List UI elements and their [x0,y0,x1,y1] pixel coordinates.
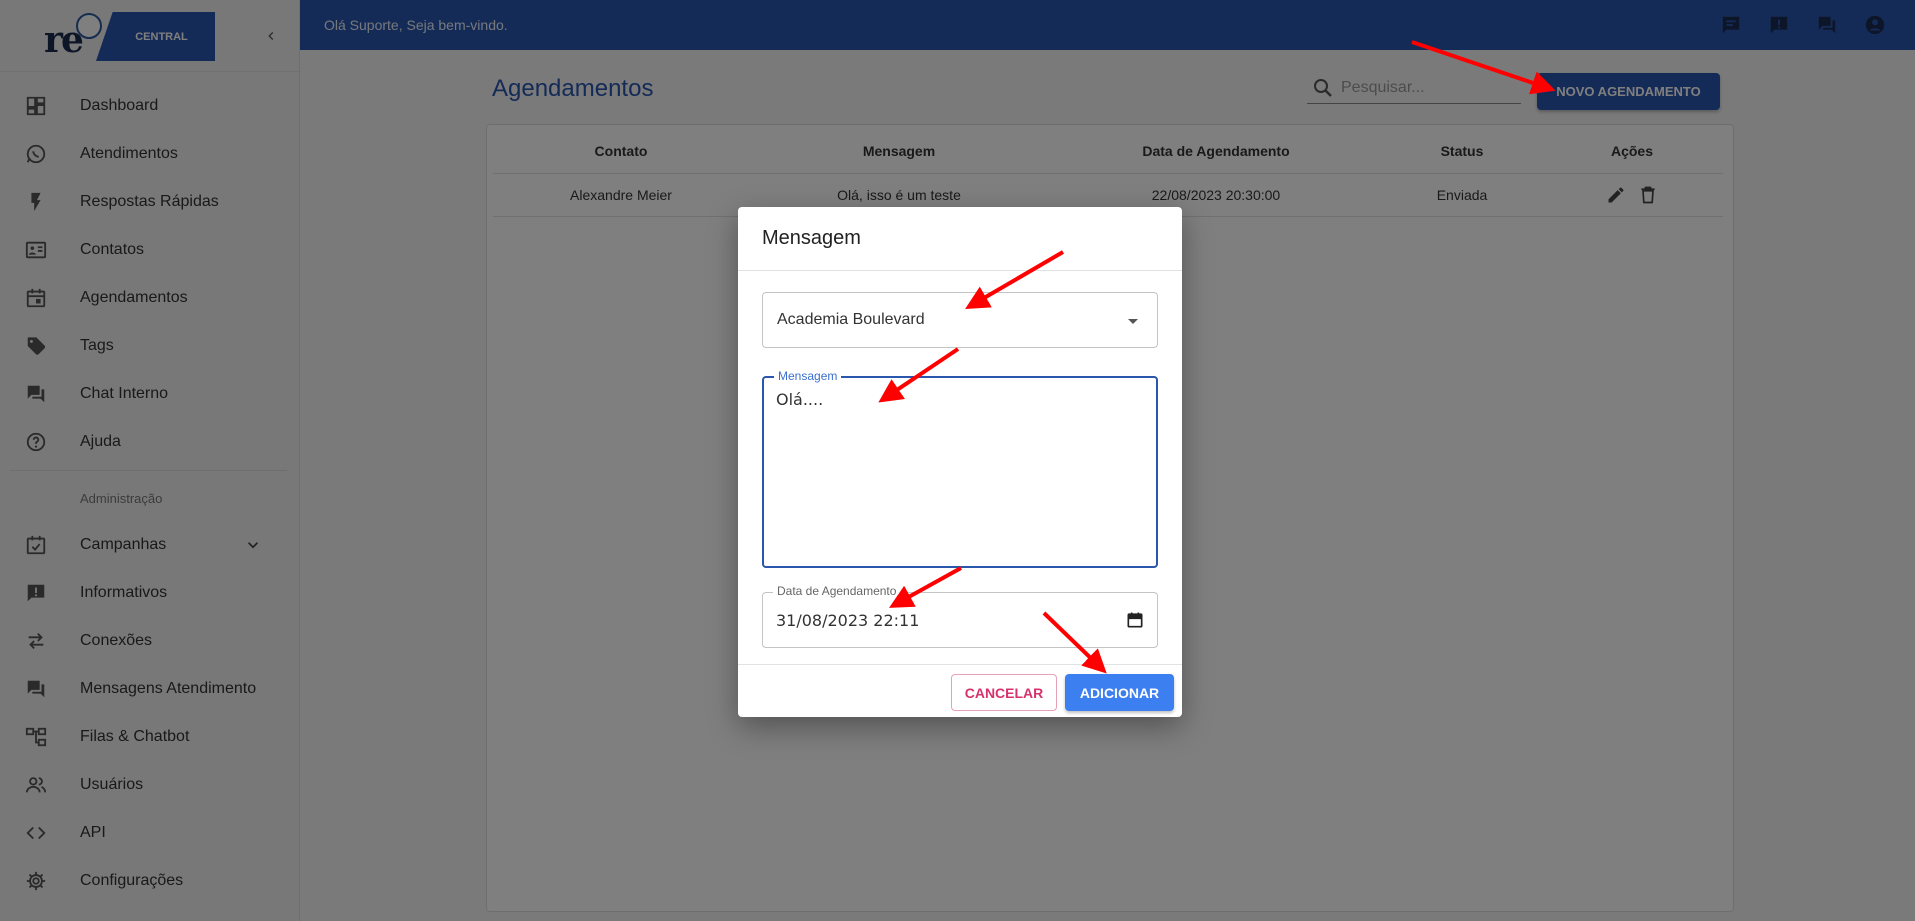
schedule-date-label: Data de Agendamento [773,585,901,598]
dialog-actions: CANCELAR ADICIONAR [738,664,1182,717]
message-label: Mensagem [774,370,842,383]
message-textarea[interactable] [764,378,1156,566]
message-field: Mensagem [762,370,1158,568]
calendar-picker-icon[interactable] [1125,610,1145,630]
contact-select-value: Academia Boulevard [777,311,925,328]
contact-select[interactable]: Academia Boulevard [762,292,1158,348]
dialog-title: Mensagem [738,207,1182,271]
cancel-button[interactable]: CANCELAR [951,674,1057,711]
add-button[interactable]: ADICIONAR [1065,674,1174,711]
schedule-date-value: 31/08/2023 22:11 [776,610,920,630]
schedule-dialog: Mensagem Academia Boulevard Mensagem Dat… [738,207,1182,717]
schedule-date-field[interactable]: Data de Agendamento 31/08/2023 22:11 [762,585,1158,648]
arrow-drop-down-icon [1121,309,1145,333]
